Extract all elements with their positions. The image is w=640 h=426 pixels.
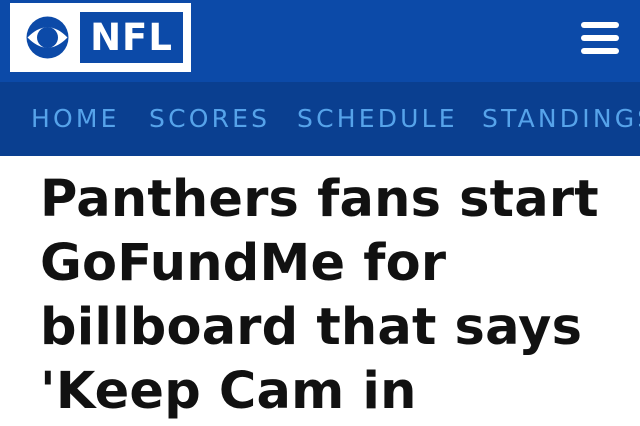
cbs-nfl-logo[interactable]: NFL [10, 3, 191, 72]
menu-line [581, 48, 619, 54]
hamburger-menu-icon[interactable] [577, 18, 623, 58]
top-header: NFL [0, 0, 640, 82]
menu-line [581, 35, 619, 41]
nav-item-standings[interactable]: STANDINGS [482, 104, 640, 134]
main-nav: HOME SCORES SCHEDULE STANDINGS [0, 82, 640, 156]
menu-line [581, 22, 619, 28]
nav-item-schedule[interactable]: SCHEDULE [297, 104, 458, 134]
nfl-logo-text: NFL [80, 12, 183, 63]
nav-item-scores[interactable]: SCORES [149, 104, 270, 134]
article-headline: Panthers fans start GoFundMe for billboa… [40, 170, 599, 421]
nav-item-home[interactable]: HOME [31, 104, 120, 134]
cbs-eye-icon [26, 16, 69, 59]
